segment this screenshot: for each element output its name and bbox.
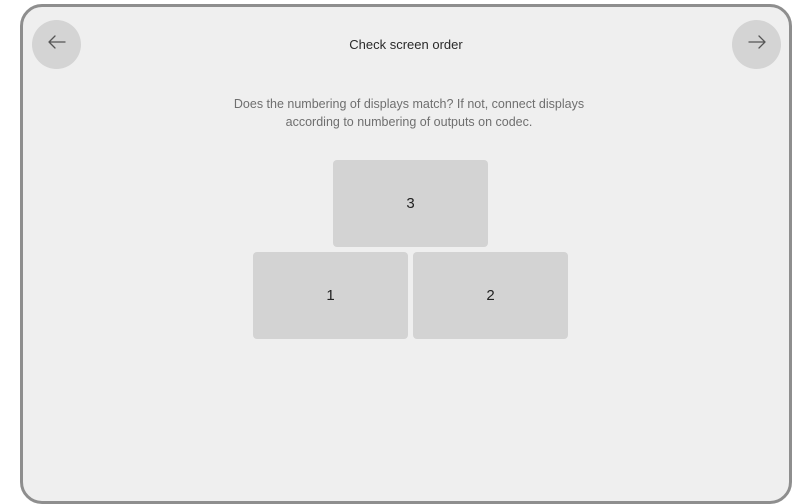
display-3-label: 3	[406, 195, 415, 212]
display-2-label: 2	[486, 287, 495, 304]
next-button[interactable]	[732, 20, 781, 69]
instructions-line-2: according to numbering of outputs on cod…	[285, 115, 533, 129]
display-2: 2	[413, 252, 568, 339]
display-1-label: 1	[326, 287, 335, 304]
arrow-right-icon	[747, 35, 766, 54]
display-3: 3	[333, 160, 488, 247]
instructions-text: Does the numbering of displays match? If…	[173, 95, 645, 131]
page-title: Check screen order	[349, 37, 463, 52]
display-1: 1	[253, 252, 408, 339]
instructions-line-1: Does the numbering of displays match? If…	[233, 97, 585, 111]
setup-panel: Check screen order Does the numbering of…	[20, 4, 792, 504]
